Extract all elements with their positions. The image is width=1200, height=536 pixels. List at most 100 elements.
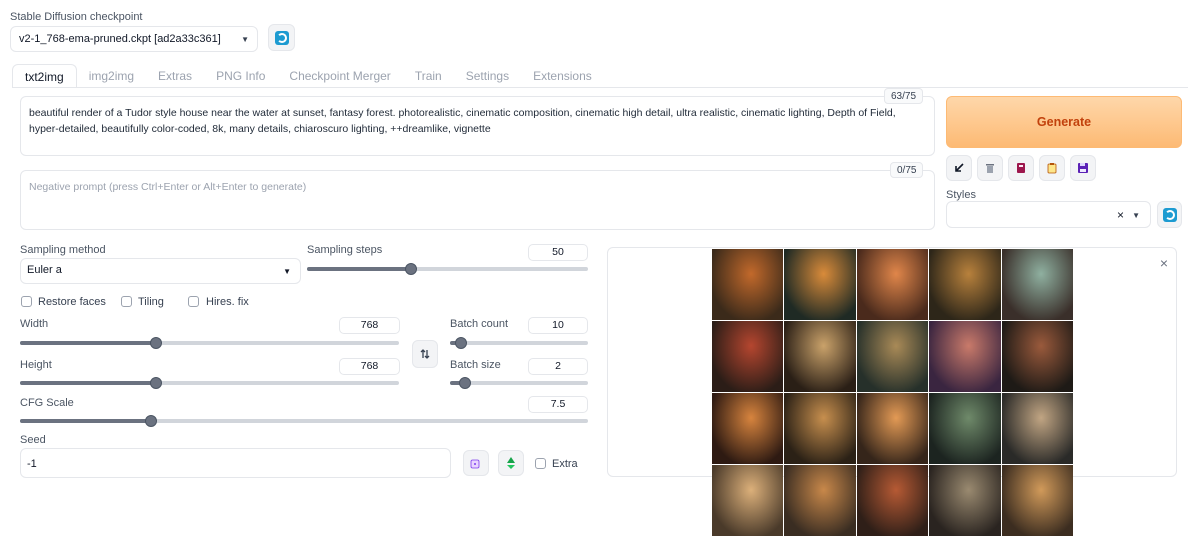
tab-extensions[interactable]: Extensions: [521, 64, 604, 88]
hires-fix-label: Hires. fix: [206, 296, 249, 308]
read-params-button[interactable]: [946, 155, 972, 181]
image-grid: [712, 249, 1073, 536]
gallery-thumbnail[interactable]: [784, 393, 856, 464]
prompt-textarea[interactable]: beautiful render of a Tudor style house …: [20, 96, 935, 156]
generate-button[interactable]: Generate: [946, 96, 1182, 148]
gallery-thumbnail[interactable]: [856, 249, 929, 320]
gallery-thumbnail[interactable]: [712, 249, 784, 320]
gallery-thumbnail[interactable]: [712, 321, 784, 392]
batch-size-label: Batch size: [450, 359, 501, 371]
batch-size-slider[interactable]: [450, 377, 588, 389]
negative-prompt-token-counter: 0/75: [890, 162, 924, 178]
main-tabs: txt2img img2img Extras PNG Info Checkpoi…: [12, 64, 604, 88]
gallery-thumbnail[interactable]: [1001, 321, 1073, 392]
negative-prompt-textarea[interactable]: Negative prompt (press Ctrl+Enter or Alt…: [20, 170, 935, 230]
width-slider[interactable]: [20, 337, 399, 349]
sampling-steps-label: Sampling steps: [307, 244, 383, 256]
seed-input[interactable]: -1: [20, 448, 451, 478]
gallery-thumbnail[interactable]: [784, 321, 856, 392]
sampling-method-label: Sampling method: [20, 244, 106, 256]
output-gallery: ×: [607, 247, 1177, 536]
trash-button[interactable]: [977, 155, 1003, 181]
gallery-thumbnail[interactable]: [856, 393, 929, 464]
save-style-button[interactable]: [1070, 155, 1096, 181]
gallery-thumbnail[interactable]: [1001, 393, 1073, 464]
extra-seed-label: Extra: [552, 458, 578, 470]
gallery-thumbnail[interactable]: [712, 393, 784, 464]
swap-dimensions-button[interactable]: [412, 340, 438, 368]
tab-extras[interactable]: Extras: [146, 64, 204, 88]
clipboard-icon: [1047, 163, 1057, 174]
tab-png-info[interactable]: PNG Info: [204, 64, 277, 88]
refresh-icon: [274, 30, 289, 45]
slider-thumb[interactable]: [150, 377, 163, 389]
clear-styles-icon[interactable]: ×: [1117, 208, 1124, 222]
tab-checkpoint-merger[interactable]: Checkpoint Merger: [277, 64, 402, 88]
chevron-down-icon: ▼: [241, 35, 249, 44]
batch-count-label: Batch count: [450, 318, 509, 330]
recycle-icon: [507, 457, 515, 469]
tab-settings[interactable]: Settings: [454, 64, 521, 88]
slider-thumb[interactable]: [404, 263, 417, 275]
batch-size-input[interactable]: 2: [528, 358, 588, 375]
save-icon: [1078, 163, 1088, 173]
extra-seed-checkbox[interactable]: [535, 458, 546, 469]
chevron-down-icon: ▼: [283, 267, 291, 276]
tiling-checkbox[interactable]: [121, 296, 132, 307]
trash-icon: [986, 164, 994, 173]
checkpoint-select[interactable]: v2-1_768-ema-pruned.ckpt [ad2a33c361] ▼: [10, 26, 258, 52]
prompt-token-counter: 63/75: [884, 88, 924, 104]
height-label: Height: [20, 359, 52, 371]
gallery-thumbnail[interactable]: [929, 393, 1001, 464]
gallery-thumbnail[interactable]: [856, 465, 929, 536]
show-extra-networks-button[interactable]: [1008, 155, 1034, 181]
height-slider[interactable]: [20, 377, 399, 389]
tab-txt2img[interactable]: txt2img: [12, 64, 77, 88]
arrow-down-left-icon: [955, 163, 964, 172]
batch-count-slider[interactable]: [450, 337, 588, 349]
sampling-method-select[interactable]: Euler a ▼: [20, 258, 301, 284]
reuse-seed-button[interactable]: [498, 450, 524, 476]
restore-faces-label: Restore faces: [38, 296, 106, 308]
width-label: Width: [20, 318, 49, 330]
gallery-thumbnail[interactable]: [929, 249, 1001, 320]
slider-thumb[interactable]: [150, 337, 163, 349]
dice-icon: [470, 459, 480, 469]
gallery-thumbnail[interactable]: [784, 249, 856, 320]
refresh-styles-button[interactable]: [1157, 201, 1182, 228]
chevron-down-icon: ▼: [1132, 211, 1140, 220]
tab-train[interactable]: Train: [403, 64, 454, 88]
tab-img2img[interactable]: img2img: [77, 64, 146, 88]
height-input[interactable]: 768: [339, 358, 400, 375]
checkpoint-value: v2-1_768-ema-pruned.ckpt [ad2a33c361]: [19, 33, 221, 45]
seed-label: Seed: [20, 434, 46, 446]
gallery-thumbnail[interactable]: [712, 465, 784, 536]
swap-vertical-icon: [420, 349, 430, 359]
gallery-thumbnail[interactable]: [1001, 249, 1073, 320]
gallery-thumbnail[interactable]: [856, 321, 929, 392]
batch-count-input[interactable]: 10: [528, 317, 588, 334]
apply-style-button[interactable]: [1039, 155, 1065, 181]
random-seed-button[interactable]: [463, 450, 489, 476]
gallery-thumbnail[interactable]: [929, 465, 1001, 536]
gallery-thumbnail[interactable]: [929, 321, 1001, 392]
sampling-steps-slider[interactable]: [307, 263, 588, 275]
tab-divider: [12, 87, 1188, 88]
refresh-checkpoints-button[interactable]: [268, 24, 295, 51]
cfg-scale-input[interactable]: 7.5: [528, 396, 588, 413]
width-input[interactable]: 768: [339, 317, 400, 334]
cfg-scale-slider[interactable]: [20, 415, 588, 427]
sampling-steps-input[interactable]: 50: [528, 244, 588, 261]
close-gallery-icon[interactable]: ×: [1160, 255, 1168, 271]
styles-select[interactable]: × ▼: [946, 201, 1151, 228]
gallery-thumbnail[interactable]: [1001, 465, 1073, 536]
restore-faces-checkbox[interactable]: [21, 296, 32, 307]
cfg-scale-label: CFG Scale: [20, 397, 74, 409]
slider-thumb[interactable]: [144, 415, 157, 427]
sampling-method-value: Euler a: [27, 264, 62, 276]
slider-thumb[interactable]: [459, 377, 472, 389]
refresh-icon: [1162, 207, 1177, 222]
hires-fix-checkbox[interactable]: [188, 296, 199, 307]
slider-thumb[interactable]: [455, 337, 468, 349]
gallery-thumbnail[interactable]: [784, 465, 856, 536]
